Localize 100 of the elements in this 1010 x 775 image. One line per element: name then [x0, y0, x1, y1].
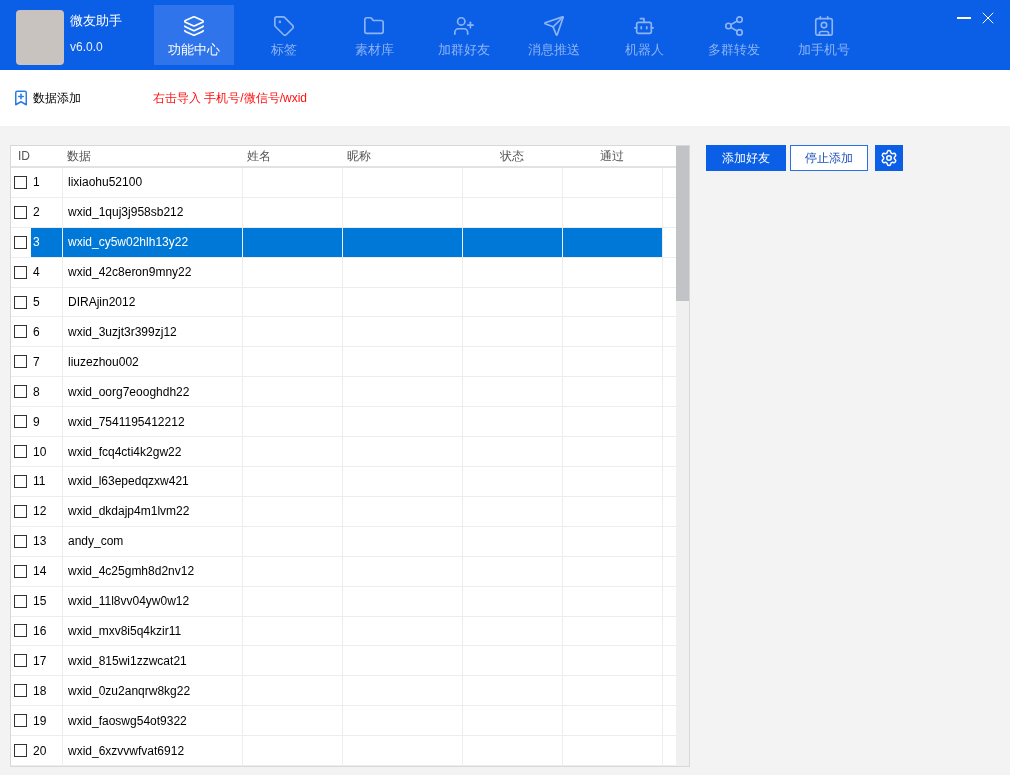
row-checkbox[interactable]: [14, 205, 27, 219]
add-user-icon: [453, 14, 475, 37]
id-cell-text: 10: [32, 443, 48, 461]
column-header: ID: [17, 147, 31, 165]
layers-icon: [183, 14, 205, 37]
scrollbar-thumb[interactable]: [676, 146, 689, 301]
gear-icon: [880, 149, 898, 167]
data-cell: wxid_6xzvvwfvat6912: [62, 736, 242, 766]
table-row[interactable]: 13 andy_com: [11, 526, 676, 557]
row-checkbox[interactable]: [14, 325, 27, 339]
table-row[interactable]: 5 DIRAjin2012: [11, 287, 676, 318]
table-row[interactable]: 12 wxid_dkdajp4m1lvm22: [11, 496, 676, 527]
row-checkbox[interactable]: [14, 654, 27, 668]
table-row[interactable]: 11 wxid_l63epedqzxw421: [11, 467, 676, 497]
column-header: 昵称: [346, 147, 372, 165]
id-cell-text: 15: [32, 593, 48, 611]
id-cell-text: 7: [32, 353, 41, 371]
share-icon: [723, 14, 745, 37]
data-cell: wxid_cy5w02hlh13y22: [62, 227, 242, 257]
table-row[interactable]: 10 wxid_fcq4cti4k2gw22: [11, 437, 676, 467]
data-cell: DIRAjin2012: [62, 287, 242, 317]
row-checkbox[interactable]: [14, 744, 27, 758]
row-checkbox[interactable]: [14, 684, 27, 698]
stop-adding-button[interactable]: 停止添加: [790, 145, 868, 171]
row-checkbox[interactable]: [14, 534, 27, 548]
nav-tab[interactable]: 功能中心: [154, 5, 234, 65]
id-cell-text: 18: [32, 682, 48, 700]
row-checkbox[interactable]: [14, 445, 27, 459]
column-header: 数据: [66, 147, 92, 165]
id-cell-text: 12: [32, 503, 48, 521]
id-cell-text: 9: [32, 413, 41, 431]
id-cell-text: 4: [32, 264, 41, 282]
data-cell: wxid_mxv8i5q4kzir11: [62, 616, 242, 646]
row-checkbox[interactable]: [14, 295, 27, 309]
table-row[interactable]: 2 wxid_1quj3j958sb212: [11, 197, 676, 228]
row-checkbox[interactable]: [14, 355, 27, 369]
bookmark-icon: [12, 89, 30, 107]
table-row[interactable]: 17 wxid_815wi1zzwcat21: [11, 646, 676, 677]
contact-book-icon: [813, 14, 835, 37]
settings-button[interactable]: [875, 145, 903, 171]
id-cell-text: 19: [32, 712, 48, 730]
row-checkbox[interactable]: [14, 385, 27, 399]
row-checkbox[interactable]: [14, 714, 27, 728]
row-checkbox[interactable]: [14, 175, 27, 189]
data-cell: wxid_7541195412212: [62, 407, 242, 437]
data-cell: wxid_11l8vv04yw0w12: [62, 586, 242, 616]
scrollbar[interactable]: [676, 146, 689, 766]
column-header: 姓名: [246, 147, 272, 165]
folder-icon: [363, 14, 385, 37]
data-cell: wxid_oorg7eooghdh22: [62, 377, 242, 407]
table-row[interactable]: 15 wxid_11l8vv04yw0w12: [11, 586, 676, 617]
data-cell: wxid_815wi1zzwcat21: [62, 646, 242, 676]
table-row[interactable]: 18 wxid_0zu2anqrw8kg22: [11, 676, 676, 707]
id-cell-text: 6: [32, 323, 41, 341]
data-cell: wxid_42c8eron9mny22: [62, 257, 242, 287]
column-header: 通过: [599, 147, 625, 165]
id-cell-text: 2: [32, 204, 41, 222]
column-header: 状态: [499, 147, 525, 165]
data-cell: wxid_4c25gmh8d2nv12: [62, 556, 242, 586]
data-cell: wxid_l63epedqzxw421: [62, 467, 242, 496]
row-checkbox[interactable]: [14, 235, 27, 249]
id-cell: 3: [31, 227, 62, 257]
id-cell-text: 14: [32, 563, 48, 581]
table-row[interactable]: 14 wxid_4c25gmh8d2nv12: [11, 556, 676, 587]
app-name: 微友助手: [70, 14, 123, 27]
data-cell: wxid_fcq4cti4k2gw22: [62, 437, 242, 466]
id-cell-text: 16: [32, 623, 48, 640]
data-cell: wxid_1quj3j958sb212: [62, 197, 242, 227]
data-cell: wxid_3uzjt3r399zj12: [62, 317, 242, 347]
section-title: 数据添加: [33, 90, 82, 107]
table-row[interactable]: 16 wxid_mxv8i5q4kzir11: [11, 616, 676, 647]
row-checkbox[interactable]: [14, 624, 27, 638]
id-cell-text: 5: [32, 294, 41, 311]
data-cell: andy_com: [62, 526, 242, 556]
table-row[interactable]: 3 wxid_cy5w02hlh13y22: [11, 227, 676, 258]
minimize-icon: [957, 17, 971, 19]
tag-icon: [273, 14, 295, 37]
table-row[interactable]: 20 wxid_6xzvvwfvat6912: [11, 736, 676, 767]
table-row[interactable]: 4 wxid_42c8eron9mny22: [11, 257, 676, 288]
table-row[interactable]: 8 wxid_oorg7eooghdh22: [11, 377, 676, 408]
row-checkbox[interactable]: [14, 594, 27, 608]
table-row[interactable]: 1 lixiaohu52100: [11, 167, 676, 198]
add-friends-button[interactable]: 添加好友: [706, 145, 786, 171]
row-checkbox[interactable]: [14, 415, 27, 429]
row-checkbox[interactable]: [14, 474, 27, 488]
data-cell: liuzezhou002: [62, 347, 242, 377]
paper-plane-icon: [543, 14, 565, 37]
row-checkbox[interactable]: [14, 564, 27, 578]
row-checkbox[interactable]: [14, 265, 27, 279]
import-hint: 右击导入 手机号/微信号/wxid: [153, 90, 307, 107]
data-cell: wxid_faoswg54ot9322: [62, 706, 242, 736]
table-row[interactable]: 9 wxid_7541195412212: [11, 407, 676, 438]
table-row[interactable]: 7 liuzezhou002: [11, 347, 676, 378]
row-checkbox[interactable]: [14, 504, 27, 518]
table-row[interactable]: 19 wxid_faoswg54ot9322: [11, 706, 676, 737]
id-cell-text: 13: [32, 533, 48, 551]
id-cell-text: 11: [32, 473, 47, 491]
table-row[interactable]: 6 wxid_3uzjt3r399zj12: [11, 317, 676, 348]
data-cell: wxid_0zu2anqrw8kg22: [62, 676, 242, 706]
data-cell: lixiaohu52100: [62, 167, 242, 197]
